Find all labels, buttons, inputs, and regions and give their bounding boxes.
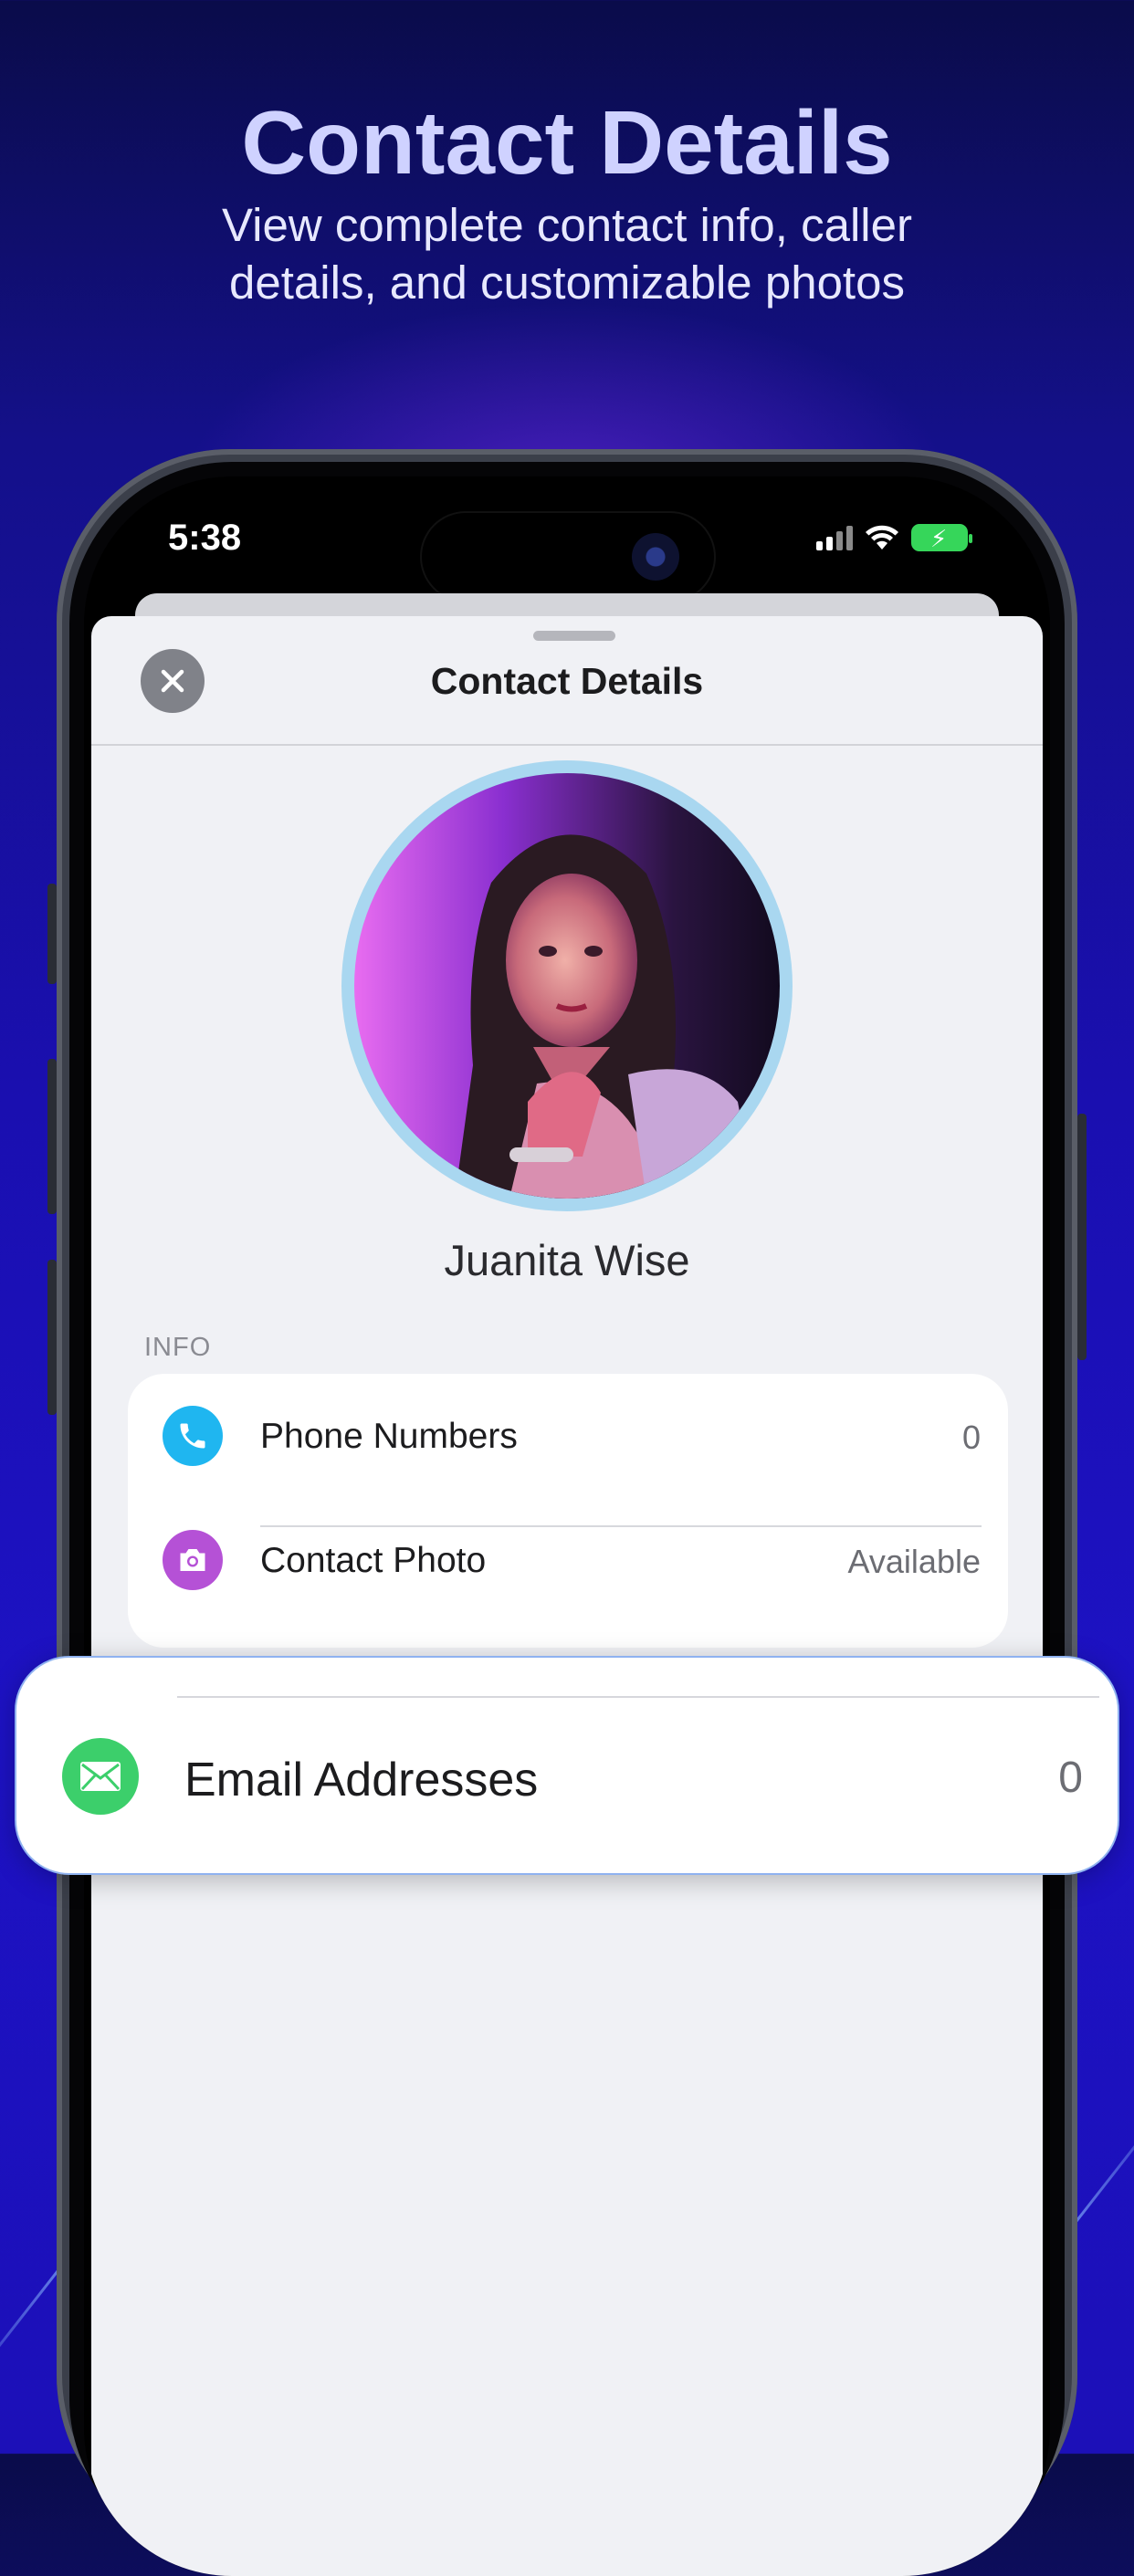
- info-card: Phone Numbers 0 Contact Photo Available: [128, 1374, 1008, 1648]
- wifi-icon: [866, 525, 898, 550]
- highlight-row-value: 0: [1058, 1754, 1083, 1802]
- dynamic-island: [422, 513, 714, 601]
- promo-headline: Contact Details: [241, 92, 893, 193]
- header-divider: [91, 744, 1043, 746]
- contact-photo-image: [354, 773, 780, 1199]
- front-camera-icon: [632, 533, 679, 581]
- info-section-label: INFO: [144, 1333, 212, 1362]
- battery-charging-icon: ⚡: [911, 524, 972, 552]
- phone-icon: [163, 1406, 223, 1466]
- info-row-contact-photo[interactable]: Contact Photo Available: [128, 1527, 1008, 1651]
- info-row-phone-numbers[interactable]: Phone Numbers 0: [128, 1374, 1008, 1498]
- email-addresses-highlight-row[interactable]: Email Addresses 0: [15, 1656, 1119, 1875]
- row-divider: [177, 1696, 1099, 1698]
- row-value: Available: [847, 1543, 981, 1580]
- phone-side-button: [47, 884, 57, 984]
- row-value: 0: [961, 1419, 981, 1456]
- camera-icon: [163, 1530, 223, 1590]
- status-time: 5:38: [168, 518, 242, 558]
- row-label: Phone Numbers: [260, 1417, 518, 1456]
- contact-name: Juanita Wise: [444, 1236, 690, 1284]
- highlight-row-label: Email Addresses: [184, 1754, 539, 1806]
- avatar[interactable]: [354, 773, 780, 1199]
- avatar-ring: [341, 760, 793, 1211]
- phone-power-button: [1077, 1114, 1087, 1360]
- promo-subline: View complete contact info, caller detai…: [222, 199, 912, 309]
- sheet-grabber[interactable]: [533, 631, 615, 641]
- phone-volume-down-button: [47, 1260, 57, 1415]
- cellular-signal-icon: [816, 525, 853, 550]
- row-label: Contact Photo: [260, 1541, 487, 1580]
- status-icons: ⚡: [816, 524, 972, 552]
- contact-details-sheet: Contact Details Juanita Wise INFO Phone …: [91, 616, 1043, 2576]
- mail-icon: [62, 1738, 139, 1815]
- sheet-title: Contact Details: [430, 660, 704, 702]
- phone-screen: 5:38 ⚡ Contact Details Juanita Wise INFO…: [84, 476, 1050, 2576]
- phone-volume-up-button: [47, 1059, 57, 1214]
